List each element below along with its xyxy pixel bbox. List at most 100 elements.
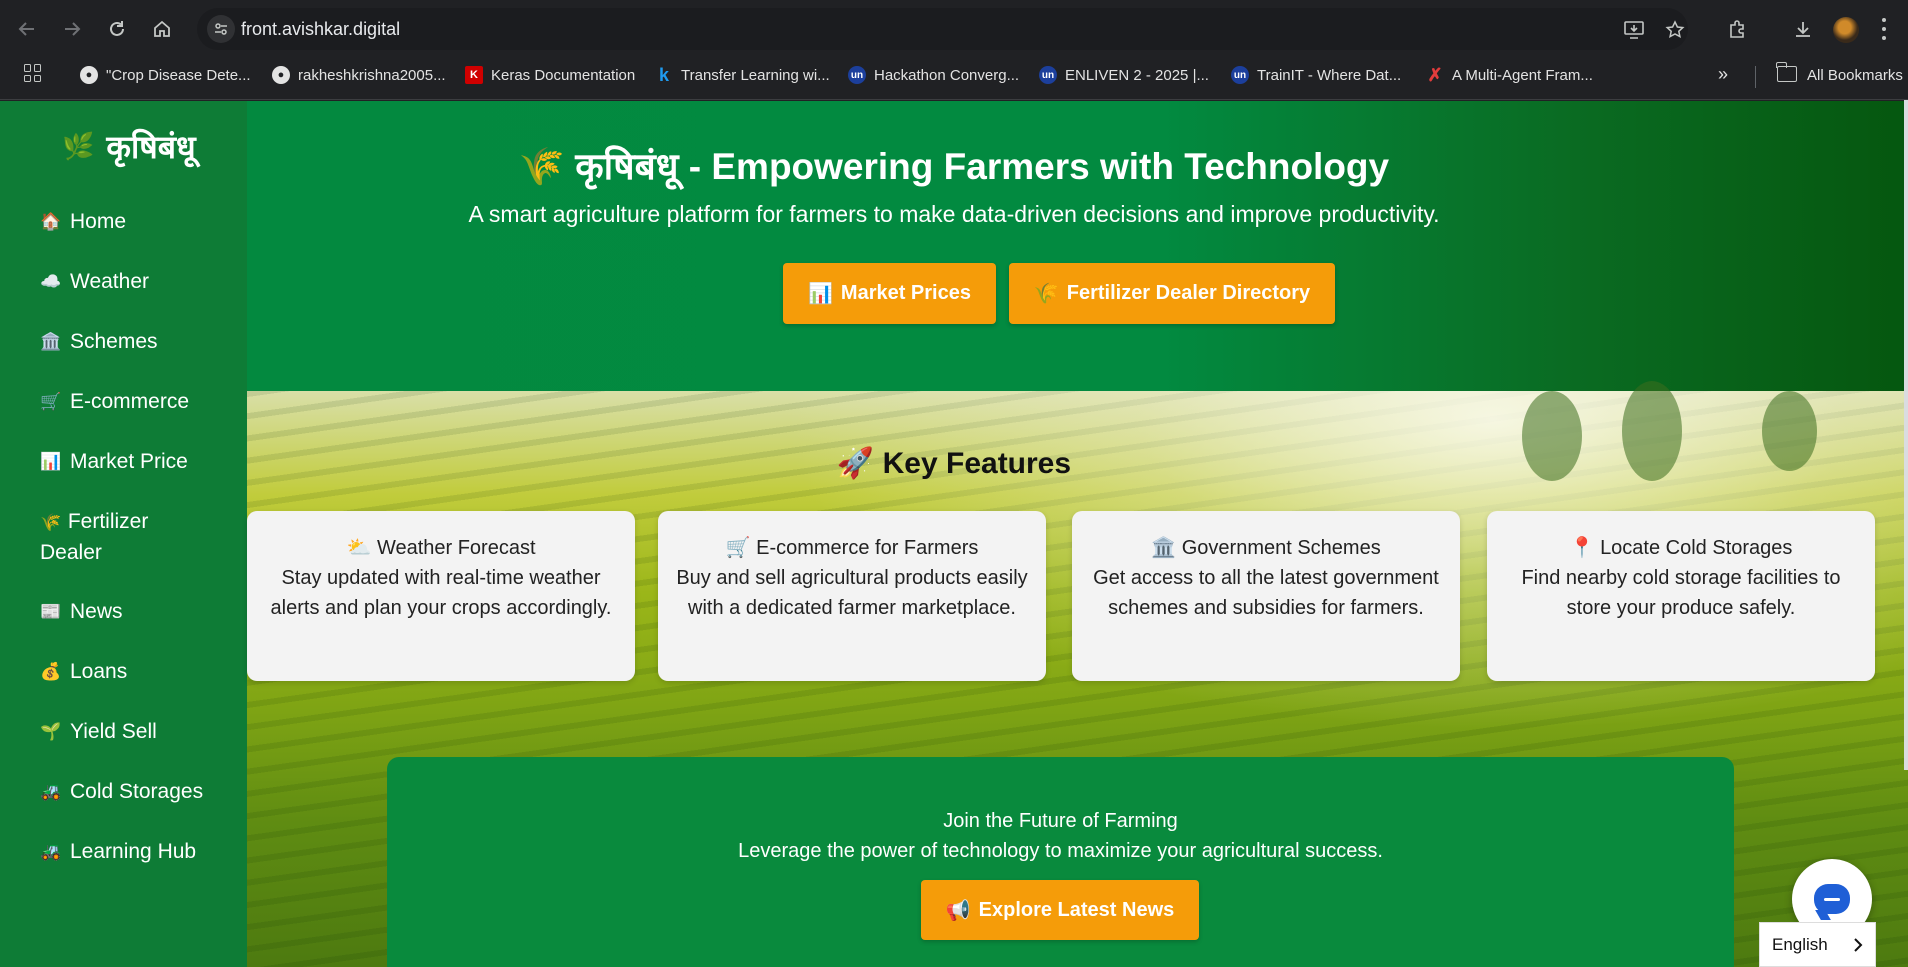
wheat-icon: 🌾 (518, 146, 565, 187)
language-selector[interactable]: English (1759, 922, 1876, 967)
sidebar-item-label: Weather (70, 270, 149, 293)
folder-icon[interactable] (1776, 62, 1797, 82)
feature-card-weather[interactable]: ⛅ Weather Forecast Stay updated with rea… (247, 511, 635, 681)
site-logo[interactable]: 🌿 कृषिबंधू (62, 125, 196, 168)
kaggle-icon: k (658, 64, 669, 85)
forward-icon[interactable] (55, 12, 89, 46)
main-content: 🌾 कृषिबंधू - Empowering Farmers with Tec… (247, 101, 1908, 967)
unstop-icon: un (1039, 66, 1057, 84)
feature-card-title-text: Government Schemes (1181, 537, 1381, 559)
github-icon: ● (272, 66, 290, 84)
sidebar-item-ecommerce[interactable]: 🛒 E-commerce (40, 387, 240, 417)
bookmarks-divider (1755, 66, 1756, 88)
government-building-icon: 🏛️ (40, 332, 62, 351)
bar-chart-icon: 📊 (40, 452, 62, 471)
feature-card-title: ⛅ Weather Forecast (265, 533, 617, 563)
star-icon[interactable] (1663, 18, 1687, 42)
home-icon[interactable] (145, 12, 179, 46)
bookmark-item[interactable]: un Hackathon Converg... (848, 64, 1019, 86)
github-icon: ● (80, 66, 98, 84)
feature-card-title: 🏛️ Government Schemes (1090, 533, 1442, 563)
explore-latest-news-button[interactable]: 📢 Explore Latest News (921, 880, 1199, 940)
profile-avatar[interactable] (1833, 17, 1859, 43)
feature-card-schemes[interactable]: 🏛️ Government Schemes Get access to all … (1072, 511, 1460, 681)
install-app-icon[interactable] (1622, 18, 1646, 42)
feature-card-ecommerce[interactable]: 🛒 E-commerce for Farmers Buy and sell ag… (658, 511, 1046, 681)
sidebar-item-home[interactable]: 🏠 Home (40, 207, 240, 237)
bookmark-item[interactable]: k Transfer Learning wi... (655, 64, 830, 86)
sidebar-item-cold-storages[interactable]: 🚜 Cold Storages (40, 777, 240, 807)
sidebar-item-label: Loans (70, 660, 128, 683)
fertilizer-dealer-directory-button[interactable]: 🌾 Fertilizer Dealer Directory (1009, 263, 1335, 324)
bookmark-item[interactable]: un ENLIVEN 2 - 2025 |... (1039, 64, 1209, 86)
feature-card-title: 📍 Locate Cold Storages (1505, 533, 1857, 563)
chat-icon (1814, 884, 1850, 914)
site-info-icon[interactable] (207, 15, 235, 43)
bookmark-label: "Crop Disease Dete... (106, 66, 251, 84)
bookmark-item[interactable]: K Keras Documentation (465, 64, 635, 86)
sidebar-item-fertilizer-dealer[interactable]: 🌾 Fertilizer Dealer (40, 507, 210, 568)
sidebar-item-label: E-commerce (70, 390, 190, 413)
feature-card-title: 🛒 E-commerce for Farmers (676, 533, 1028, 563)
sidebar-item-label: Cold Storages (70, 780, 204, 803)
feature-card-cold-storage[interactable]: 📍 Locate Cold Storages Find nearby cold … (1487, 511, 1875, 681)
paper-icon: ✗ (1427, 64, 1443, 85)
sidebar-item-loans[interactable]: 💰 Loans (40, 657, 240, 687)
all-bookmarks[interactable]: All Bookmarks (1807, 64, 1903, 86)
unstop-icon: un (848, 66, 866, 84)
all-bookmarks-label: All Bookmarks (1807, 66, 1903, 84)
megaphone-icon: 📢 (945, 899, 971, 922)
web-page: 🌿 कृषिबंधू 🏠 Home ☁️ Weather 🏛️ Schemes … (0, 101, 1908, 967)
language-selected: English (1772, 934, 1828, 954)
button-label: Explore Latest News (978, 898, 1175, 921)
bookmark-item[interactable]: ✗ A Multi-Agent Fram... (1426, 64, 1593, 86)
logo-text: कृषिबंधू (106, 129, 196, 165)
bookmark-item[interactable]: ● "Crop Disease Dete... (80, 64, 251, 86)
keras-icon: K (465, 66, 483, 84)
back-icon[interactable] (10, 12, 44, 46)
address-bar[interactable]: front.avishkar.digital (197, 8, 1688, 50)
sidebar-item-weather[interactable]: ☁️ Weather (40, 267, 240, 297)
rocket-icon: 🚀 (836, 447, 875, 480)
bookmark-label: Hackathon Converg... (874, 66, 1020, 84)
sidebar-item-schemes[interactable]: 🏛️ Schemes (40, 327, 240, 357)
bookmark-label: rakheshkrishna2005... (298, 66, 446, 84)
download-icon[interactable] (1789, 15, 1817, 43)
tractor-icon: 🚜 (40, 842, 62, 861)
bookmark-label: A Multi-Agent Fram... (1452, 66, 1593, 84)
bookmark-label: ENLIVEN 2 - 2025 |... (1065, 66, 1209, 84)
money-bag-icon: 💰 (40, 662, 62, 681)
page-title: 🌾 कृषिबंधू - Empowering Farmers with Tec… (247, 139, 1661, 190)
sidebar-item-yield-sell[interactable]: 🌱 Yield Sell (40, 717, 240, 747)
apps-grid-icon[interactable] (24, 64, 42, 82)
key-features-heading: 🚀 Key Features (247, 446, 1661, 481)
sidebar-item-label: Market Price (70, 450, 188, 473)
page-scrollbar[interactable] (1904, 100, 1908, 770)
feature-card-title-text: E-commerce for Farmers (756, 537, 979, 559)
bar-chart-icon: 📊 (808, 283, 833, 305)
cloud-icon: ☁️ (40, 272, 62, 291)
bookmark-label: Transfer Learning wi... (681, 66, 830, 84)
bookmarks-overflow-icon[interactable]: » (1718, 64, 1728, 85)
bookmark-item[interactable]: un TrainIT - Where Dat... (1231, 64, 1401, 86)
unstop-icon: un (1231, 66, 1249, 84)
sidebar-item-market-price[interactable]: 📊 Market Price (40, 447, 240, 477)
sidebar-item-news[interactable]: 📰 News (40, 597, 240, 627)
market-prices-button[interactable]: 📊 Market Prices (783, 263, 996, 324)
extensions-icon[interactable] (1723, 15, 1751, 43)
seedling-icon: 🌱 (40, 722, 62, 741)
newspaper-icon: 📰 (40, 602, 62, 621)
feature-card-desc: Find nearby cold storage facilities to s… (1521, 567, 1841, 619)
join-heading: Join the Future of Farming (943, 810, 1178, 832)
url-text[interactable]: front.avishkar.digital (241, 19, 400, 40)
government-building-icon: 🏛️ (1151, 537, 1177, 559)
browser-menu-icon[interactable] (1880, 16, 1888, 42)
sidebar-item-learning-hub[interactable]: 🚜 Learning Hub (40, 837, 240, 867)
pin-icon: 📍 (1569, 537, 1595, 559)
bookmark-item[interactable]: ● rakheshkrishna2005... (272, 64, 446, 86)
wheat-icon: 🌾 (1033, 283, 1059, 305)
reload-icon[interactable] (100, 12, 134, 46)
sidebar: 🌿 कृषिबंधू 🏠 Home ☁️ Weather 🏛️ Schemes … (0, 101, 247, 967)
feature-card-desc: Buy and sell agricultural products easil… (676, 567, 1028, 619)
feature-card-desc: Stay updated with real-time weather aler… (270, 567, 612, 619)
